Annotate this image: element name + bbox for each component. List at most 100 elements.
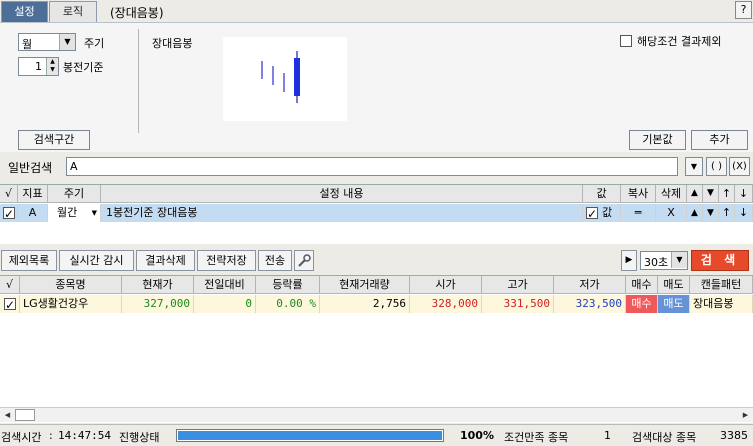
progress-bar-fill (178, 431, 442, 440)
col-header-name: 종목명 (20, 276, 122, 294)
result-row-open: 328,000 (410, 295, 482, 313)
save-strategy-button[interactable]: 전략저장 (197, 250, 256, 271)
tab-logic[interactable]: 로직 (49, 1, 97, 22)
col-header-open: 시가 (410, 276, 482, 294)
move-top-icon: ↑ (719, 185, 735, 203)
col-header-low: 저가 (554, 276, 626, 294)
results-grid: √ 종목명 현재가 전일대비 등락률 현재거래량 시가 고가 저가 매수 매도 … (0, 275, 753, 423)
move-bottom-button[interactable]: ↓ (735, 204, 753, 222)
col-header-period: 주기 (48, 185, 101, 203)
result-row-low: 323,500 (554, 295, 626, 313)
period-select-value: 월 (22, 38, 33, 51)
spinner-down-icon[interactable]: ▼ (47, 66, 58, 74)
realtime-watch-button[interactable]: 실시간 감시 (59, 250, 134, 271)
chevron-down-icon[interactable]: ▼ (59, 34, 75, 50)
condition-row-period-select[interactable]: 월간 ▼ (48, 204, 101, 222)
result-row-volume: 2,756 (320, 295, 410, 313)
col-header-check: √ (0, 185, 18, 203)
condition-row-value-checkbox[interactable] (586, 205, 598, 223)
scroll-right-icon[interactable]: ▶ (738, 408, 753, 422)
tab-settings[interactable]: 설정 (1, 1, 48, 22)
move-top-button[interactable]: ↑ (719, 204, 735, 222)
move-bottom-icon: ↓ (735, 185, 753, 203)
target-label: 검색대상 종목 (632, 431, 697, 444)
col-header-pattern: 캔들패턴 (690, 276, 753, 294)
offset-spinner[interactable]: 1 ▲ ▼ (18, 57, 59, 76)
search-time-separator: : (49, 429, 53, 442)
result-row-name[interactable]: LG생활건강우 (20, 295, 122, 313)
chevron-down-icon[interactable]: ▼ (671, 252, 687, 268)
spinner-up-icon[interactable]: ▲ (47, 58, 58, 66)
wrench-icon[interactable] (294, 250, 314, 271)
col-header-indicator: 지표 (18, 185, 48, 203)
add-button[interactable]: 추가 (691, 130, 748, 150)
period-select[interactable]: 월 ▼ (18, 33, 76, 51)
search-button[interactable]: 검 색 (691, 250, 749, 271)
condition-row-checkbox[interactable] (3, 205, 15, 223)
exclude-list-button[interactable]: 제외목록 (1, 250, 57, 271)
general-search-value: A (70, 160, 78, 173)
condition-row-indicator: A (18, 204, 48, 222)
condition-row-value-cell: 값 (583, 204, 621, 223)
exclude-result-checkbox[interactable] (620, 35, 632, 47)
exclude-result-label: 해당조건 결과제외 (637, 35, 722, 48)
condition-row-content[interactable]: 1봉전기준 장대음봉 (101, 204, 583, 222)
chevron-down-icon[interactable]: ▼ (92, 204, 97, 222)
buy-button[interactable]: 매수 (626, 295, 658, 313)
scrollbar-thumb[interactable] (15, 409, 35, 421)
condition-row-period-value: 월간 (57, 206, 78, 219)
horizontal-scrollbar[interactable]: ◀ ▶ (0, 407, 753, 422)
settings-panel: 월 ▼ 주기 1 ▲ ▼ 봉전기준 장대음봉 해당조건 결과제외 검색구간 기본… (0, 22, 753, 152)
clear-paren-button[interactable]: (X) (729, 157, 750, 176)
progress-bar (176, 429, 444, 442)
satisfied-count: 1 (604, 429, 611, 442)
col-header-change: 전일대비 (194, 276, 256, 294)
condition-title: (장대음봉) (110, 6, 164, 20)
col-header-price: 현재가 (122, 276, 194, 294)
sell-button[interactable]: 매도 (658, 295, 690, 313)
general-search-label: 일반검색 (8, 161, 53, 175)
general-search-input[interactable]: A (66, 157, 678, 176)
condition-row-value-label: 값 (602, 206, 613, 219)
result-row-high: 331,500 (482, 295, 554, 313)
col-header-delete: 삭제 (656, 185, 687, 203)
interval-value: 30초 (644, 256, 669, 269)
delete-button[interactable]: X (656, 204, 687, 222)
result-row-price: 327,000 (122, 295, 194, 313)
paren-button[interactable]: ( ) (706, 157, 727, 176)
progress-label: 진행상태 (119, 431, 160, 444)
col-header-check: √ (0, 276, 20, 294)
target-count: 3385 (720, 429, 748, 442)
help-button[interactable]: ? (735, 1, 752, 19)
chevron-down-icon[interactable]: ▼ (685, 157, 703, 176)
interval-select[interactable]: 30초 ▼ (640, 251, 688, 270)
move-up-icon: ▲ (687, 185, 703, 203)
condition-row-check-cell (0, 204, 18, 223)
col-header-rate: 등락률 (256, 276, 320, 294)
copy-button[interactable]: ═ (621, 204, 656, 222)
result-row-change: 0 (194, 295, 256, 313)
result-row-checkbox[interactable] (4, 296, 16, 313)
default-button[interactable]: 기본값 (629, 130, 686, 150)
result-row-rate: 0.00 % (256, 295, 320, 313)
search-range-button[interactable]: 검색구간 (18, 130, 90, 150)
condition-name: 장대음봉 (152, 37, 193, 50)
move-down-icon: ▼ (703, 185, 719, 203)
result-row-pattern: 장대음봉 (690, 295, 753, 313)
send-button[interactable]: 전송 (258, 250, 292, 271)
conditions-grid: √ 지표 주기 설정 내용 값 복사 삭제 ▲ ▼ ↑ ↓ A 월간 ▼ 1봉전… (0, 184, 753, 244)
col-header-buy: 매수 (626, 276, 658, 294)
col-header-volume: 현재거래량 (320, 276, 410, 294)
play-icon[interactable]: ▶ (621, 250, 637, 271)
move-up-button[interactable]: ▲ (687, 204, 703, 222)
col-header-value: 값 (583, 185, 621, 203)
progress-percent: 100% (460, 429, 494, 442)
col-header-sell: 매도 (658, 276, 690, 294)
result-row-check-cell (0, 295, 20, 313)
clear-results-button[interactable]: 결과삭제 (136, 250, 195, 271)
col-header-content: 설정 내용 (101, 185, 583, 203)
col-header-copy: 복사 (621, 185, 656, 203)
move-down-button[interactable]: ▼ (703, 204, 719, 222)
spinner-buttons[interactable]: ▲ ▼ (46, 58, 58, 75)
scroll-left-icon[interactable]: ◀ (0, 408, 15, 422)
